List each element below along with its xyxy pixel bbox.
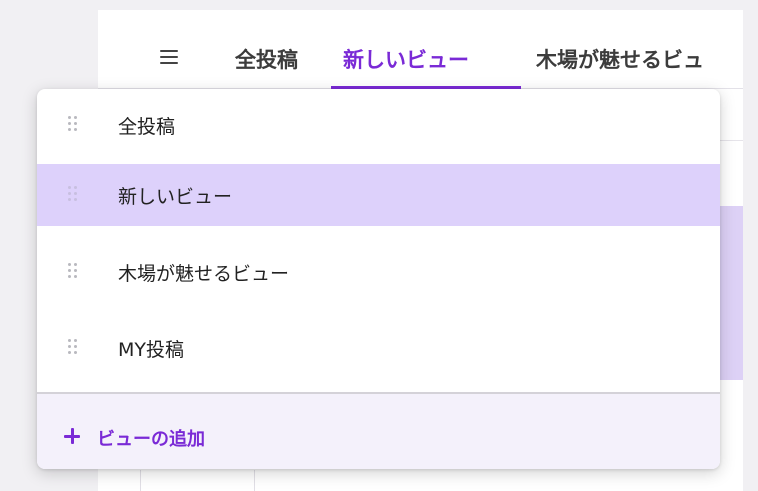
drag-handle-icon[interactable] xyxy=(68,263,80,281)
view-dropdown-menu: 全投稿 新しいビュー 木場が魅せるビュー MY投稿 ビューの追加 xyxy=(37,89,720,469)
plus-icon xyxy=(64,428,80,444)
view-item-label: MY投稿 xyxy=(118,339,184,361)
background-column-line xyxy=(254,470,255,491)
view-tab-bar: 全投稿 新しいビュー 木場が魅せるビュ xyxy=(98,10,743,89)
tab-all-posts[interactable]: 全投稿 xyxy=(235,44,298,74)
view-item-my-posts[interactable]: MY投稿 xyxy=(37,317,720,379)
view-item-kiba-view[interactable]: 木場が魅せるビュー xyxy=(37,241,720,303)
tab-new-view[interactable]: 新しいビュー xyxy=(343,44,469,74)
drag-handle-icon[interactable] xyxy=(68,186,80,204)
background-highlight xyxy=(718,206,743,380)
background-row-divider xyxy=(718,140,743,141)
view-item-label: 新しいビュー xyxy=(118,186,233,208)
tab-kiba-view[interactable]: 木場が魅せるビュ xyxy=(536,44,704,74)
view-item-label: 全投稿 xyxy=(118,116,176,138)
drag-handle-icon[interactable] xyxy=(68,339,80,357)
view-item-new-view[interactable]: 新しいビュー xyxy=(37,164,720,226)
view-item-all-posts[interactable]: 全投稿 xyxy=(37,94,720,156)
background-column-line xyxy=(140,470,141,491)
hamburger-menu-icon[interactable] xyxy=(160,48,180,66)
drag-handle-icon[interactable] xyxy=(68,116,80,134)
add-view-label: ビューの追加 xyxy=(97,429,205,450)
view-item-label: 木場が魅せるビュー xyxy=(118,263,290,285)
add-view-button[interactable]: ビューの追加 xyxy=(37,394,720,469)
